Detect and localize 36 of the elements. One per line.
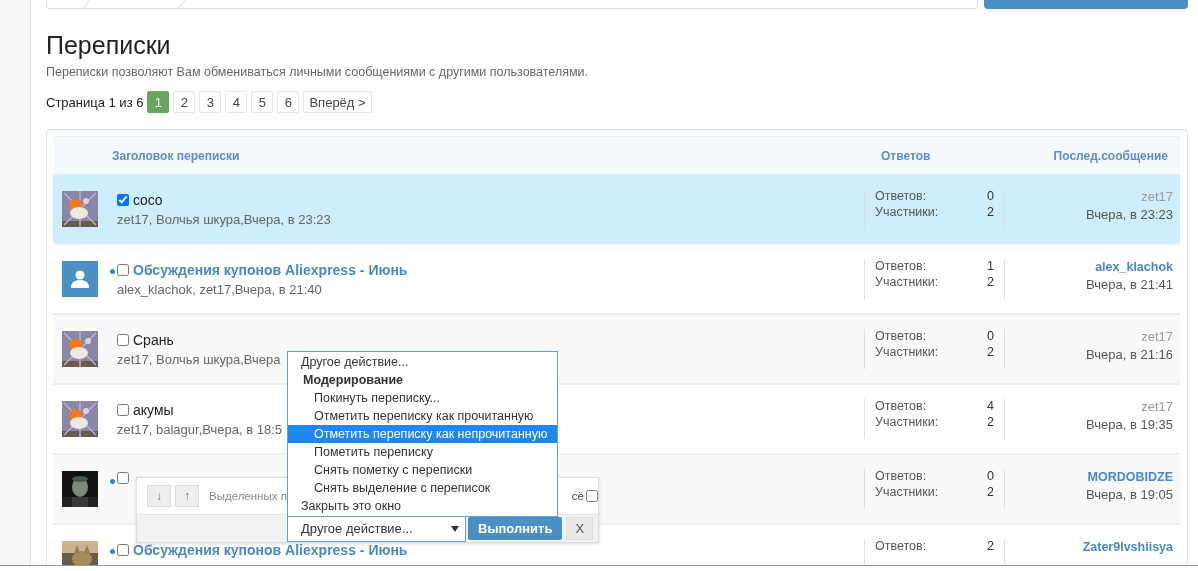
members-count: 2 (987, 485, 994, 499)
participants-text: zet17, balagur,Вчера, в 18:5 (117, 422, 283, 437)
replies-label: Ответов: (875, 539, 928, 553)
replies-label: Ответов: (875, 399, 928, 413)
replies-label: Ответов: (875, 329, 928, 343)
replies-count: 0 (987, 189, 994, 203)
page-description: Переписки позволяют Вам обмениваться личными сообщениями с другими пользователями. (46, 65, 589, 79)
participants-text: zet17, Волчья шкура,Вчера (117, 352, 281, 367)
members-label: Участники: (875, 345, 940, 359)
members-label: Участники: (875, 205, 940, 219)
replies-count: 4 (987, 399, 994, 413)
replies-count: 2 (987, 539, 994, 553)
replies-count: 0 (987, 329, 994, 343)
participants-text: alex_klachok, zet17,Вчера, в 21:40 (117, 282, 322, 297)
last-message-time: Вчера, в 23:23 (1085, 207, 1173, 222)
replies-count: 1 (987, 259, 994, 273)
last-message-time: Вчера, в 19:05 (1085, 487, 1173, 502)
replies-count: 0 (987, 469, 994, 483)
last-message-time: Вчера, в 19:35 (1085, 417, 1173, 432)
last-message-time: Вчера, в 21:16 (1085, 347, 1173, 362)
page-title: Переписки (46, 30, 172, 60)
selection-label: Выделенных п (209, 490, 287, 502)
select-all-label: сё (571, 490, 584, 502)
members-label: Участники: (875, 485, 940, 499)
participants-text: zet17, Волчья шкура,Вчера, в 23:23 (117, 212, 331, 227)
members-label: Участники: (875, 275, 940, 289)
last-message-time: Вчера, в 21:41 (1085, 277, 1173, 292)
members-count: 2 (987, 345, 994, 359)
members-count: 2 (987, 415, 994, 429)
page-counter: Страница 1 из 6 (46, 94, 144, 110)
members-count: 2 (987, 205, 994, 219)
replies-label: Ответов: (875, 469, 928, 483)
members-count: 2 (987, 275, 994, 289)
replies-label: Ответов: (875, 259, 928, 273)
members-label: Участники: (875, 415, 940, 429)
replies-label: Ответов: (875, 189, 928, 203)
